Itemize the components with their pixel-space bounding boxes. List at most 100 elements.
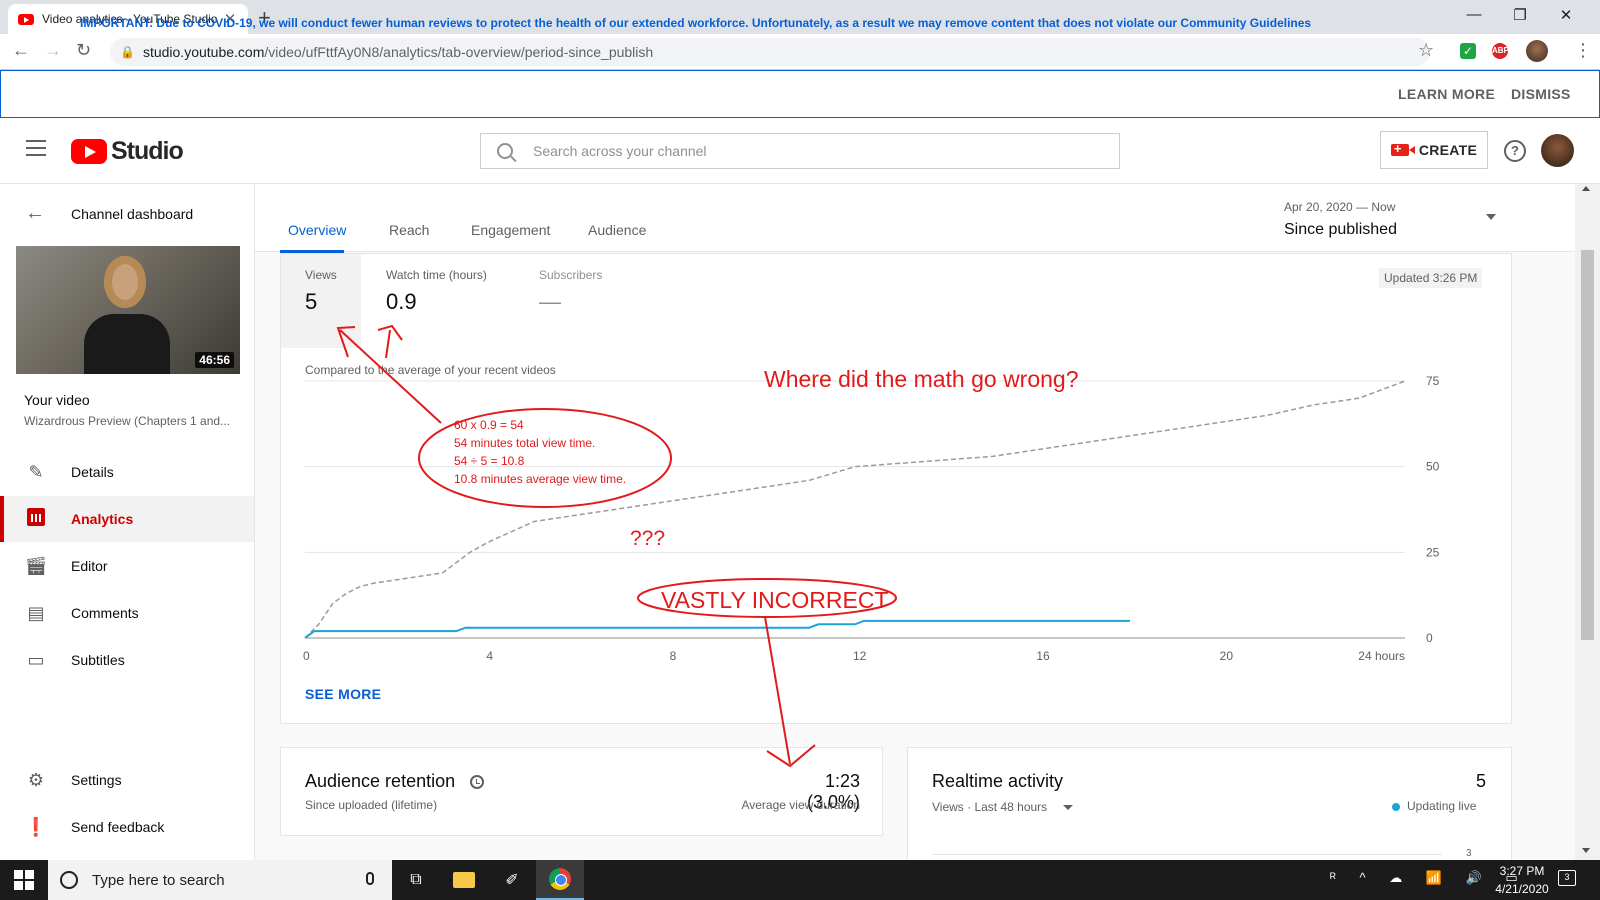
retention-title: Audience retention [305,771,456,791]
realtime-gridline [932,854,1442,855]
date-range[interactable]: Apr 20, 2020 — Now [1284,200,1395,214]
search-input[interactable] [533,143,1093,159]
create-button[interactable]: CREATE [1380,131,1488,169]
sidebar-item-editor[interactable]: 🎬︎ Editor [0,543,254,589]
url-host: studio.youtube.com [142,44,265,60]
account-avatar[interactable] [1541,134,1574,167]
metric-subscribers-label[interactable]: Subscribers [539,268,602,282]
scroll-up-icon[interactable] [1582,186,1590,191]
studio-brand[interactable]: Studio [111,137,184,166]
comment-icon: ▤ [27,602,45,623]
taskbar-time[interactable]: 3:27 PM [1492,864,1552,878]
x-tick-label: 4 [486,649,493,663]
windows-start-icon[interactable] [14,870,34,890]
metric-views-value: 5 [305,289,318,314]
updated-badge: Updated 3:26 PM [1379,268,1483,288]
hamburger-menu-icon[interactable] [26,140,46,156]
chrome-taskbar-icon[interactable] [536,860,584,900]
sidebar-item-comments[interactable]: ▤ Comments [0,590,254,636]
notifications-icon[interactable]: 3 [1558,870,1576,886]
realtime-dropdown-icon[interactable] [1063,805,1073,810]
math-annotation: 60 x 0.9 = 54 54 minutes total view time… [454,416,626,488]
tab-engagement[interactable]: Engagement [471,222,550,238]
reload-icon[interactable]: ↻ [76,40,91,61]
feedback-icon: ❗ [24,816,48,837]
sidebar-item-subtitles[interactable]: ▭ Subtitles [0,637,254,683]
sidebar-item-details[interactable]: ✎ Details [0,449,254,495]
updating-live-label: Updating live [1407,799,1477,813]
period-selector[interactable]: Since published [1284,221,1397,239]
scrollbar-thumb[interactable] [1581,250,1594,640]
channel-dashboard-link[interactable]: Channel dashboard [71,206,193,222]
dismiss-button[interactable]: DISMISS [1511,86,1571,102]
realtime-subtitle[interactable]: Views · Last 48 hours [932,800,1047,814]
live-dot-icon [1392,803,1400,811]
forward-icon[interactable]: → [44,40,62,61]
help-icon[interactable]: ? [1504,140,1526,162]
thumbnail-person [84,256,170,374]
metric-watch-time-label[interactable]: Watch time (hours) [386,268,487,282]
math-line-1: 60 x 0.9 = 54 [454,418,524,432]
realtime-axis-label: 3 [1466,848,1472,859]
y-tick-label: 25 [1426,545,1440,559]
task-view-icon[interactable]: ⧉ [392,860,440,900]
channel-search[interactable] [480,133,1120,169]
window-close-icon[interactable]: ✕ [1543,6,1589,24]
sidebar-item-analytics[interactable]: Analytics [0,496,254,542]
clock-icon [470,775,484,789]
whiteboard-app-icon[interactable]: ✐ [488,860,536,900]
question-marks-annotation: ??? [630,527,666,550]
restore-icon[interactable]: ❐ [1497,6,1543,24]
bookmark-star-icon[interactable]: ☆ [1418,40,1434,61]
this-video-series-line [304,619,1130,639]
create-label: CREATE [1418,142,1478,158]
realtime-title: Realtime activity [932,771,1064,791]
scroll-down-icon[interactable] [1582,848,1590,853]
x-tick-label: 24 hours [1358,649,1405,663]
analytics-tabs-bar [255,184,1575,252]
y-tick-label: 75 [1426,375,1440,388]
clapperboard-icon: 🎬︎ [24,555,48,576]
x-tick-label: 20 [1220,649,1234,663]
minimize-icon[interactable]: — [1451,6,1497,23]
chevron-down-icon[interactable] [1486,214,1496,220]
adblock-extension-icon[interactable]: ABP [1492,43,1509,59]
url-path: /video/ufFttfAy0N8/analytics/tab-overvie… [264,44,654,60]
realtime-views-value: 5 [1475,771,1486,791]
lock-icon: 🔒 [120,45,135,59]
metric-subscribers-value[interactable]: — [539,289,561,315]
microphone-icon[interactable] [366,872,374,885]
checkmark-extension-icon[interactable]: ✓ [1460,43,1476,59]
see-more-button[interactable]: SEE MORE [305,686,381,702]
tab-reach[interactable]: Reach [389,222,429,238]
back-icon[interactable]: ← [12,40,30,61]
taskbar-date[interactable]: 4/21/2020 [1492,882,1552,896]
gear-icon: ⚙ [27,769,45,790]
video-thumbnail[interactable]: 46:56 [16,246,240,374]
x-tick-label: 0 [303,649,310,663]
browser-menu-icon[interactable]: ⋮ [1574,40,1592,61]
youtube-favicon-icon [18,13,34,25]
video-title: Wizardrous Preview (Chapters 1 and... [24,414,231,428]
taskbar-search[interactable]: Type here to search [48,860,392,900]
metric-watch-time-value[interactable]: 0.9 [386,289,417,315]
file-explorer-icon[interactable] [440,860,488,900]
tab-overview[interactable]: Overview [288,222,346,238]
back-arrow-icon[interactable]: ← [25,202,45,225]
subtitles-icon: ▭ [27,649,45,670]
address-bar[interactable]: 🔒 studio.youtube.com/video/ufFttfAy0N8/a… [110,38,1430,66]
x-tick-label: 8 [670,649,677,663]
math-line-3: 54 ÷ 5 = 10.8 [454,454,525,468]
learn-more-button[interactable]: LEARN MORE [1398,86,1495,102]
y-tick-label: 0 [1426,631,1433,645]
youtube-logo-icon[interactable] [71,139,107,164]
video-camera-icon [1390,141,1415,156]
question-annotation: Where did the math go wrong? [764,366,1079,392]
sidebar-item-settings[interactable]: ⚙ Settings [0,757,254,803]
search-icon [497,143,513,159]
tab-audience[interactable]: Audience [588,222,646,238]
browser-profile-avatar[interactable] [1526,40,1548,62]
sidebar-item-feedback[interactable]: ❗ Send feedback [0,804,254,850]
pencil-icon: ✎ [28,461,44,482]
y-tick-label: 50 [1426,460,1440,474]
